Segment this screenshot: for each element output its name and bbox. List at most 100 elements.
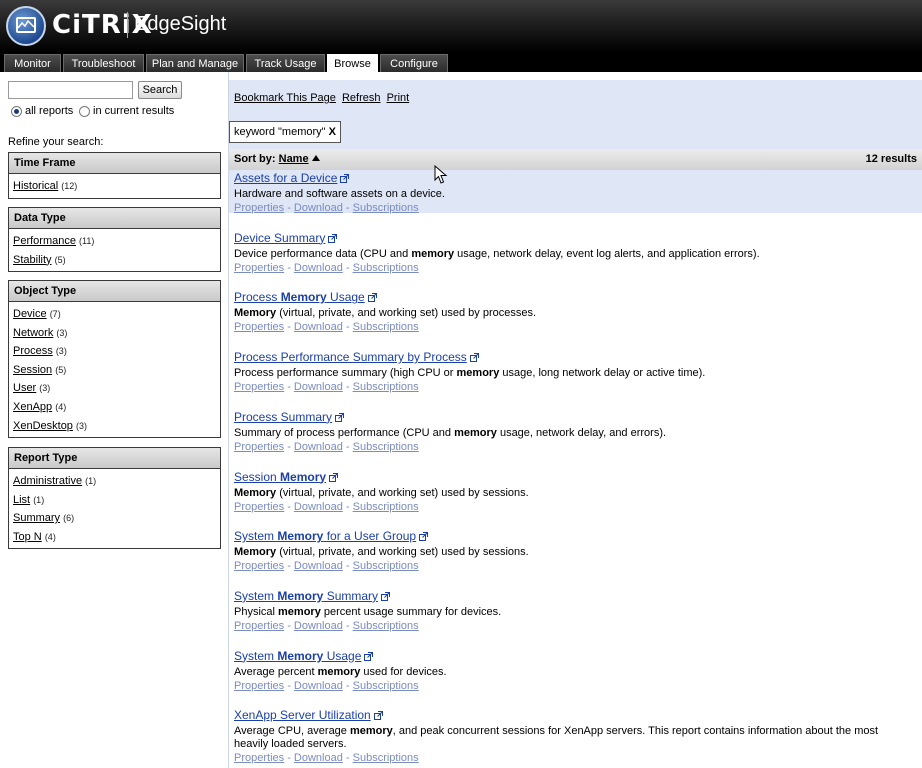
download-link[interactable]: Download <box>294 620 343 632</box>
facet-link[interactable]: Administrative <box>13 475 82 487</box>
facet-object-type: Object Type Device (7) Network (3) Proce… <box>8 280 221 439</box>
tab-monitor[interactable]: Monitor <box>4 54 61 72</box>
print-link[interactable]: Print <box>387 92 410 104</box>
facet-link[interactable]: Performance <box>13 235 76 247</box>
remove-filter-button[interactable]: X <box>329 126 336 138</box>
tab-browse[interactable]: Browse <box>327 54 378 74</box>
result-title-link[interactable]: Device Summary <box>234 231 325 246</box>
open-in-new-window-icon[interactable] <box>469 353 479 363</box>
result-title-link[interactable]: XenApp Server Utilization <box>234 708 371 723</box>
download-link[interactable]: Download <box>294 680 343 692</box>
facet-link[interactable]: XenApp <box>13 401 52 413</box>
facet-link[interactable]: Summary <box>13 512 60 524</box>
scope-all-reports[interactable]: all reports <box>11 104 73 118</box>
search-button[interactable]: Search <box>138 81 182 99</box>
subscriptions-link[interactable]: Subscriptions <box>353 202 419 214</box>
facet-count: (3) <box>76 420 87 431</box>
refresh-link[interactable]: Refresh <box>342 92 381 104</box>
subscriptions-link[interactable]: Subscriptions <box>353 560 419 572</box>
sort-control: Sort by: Name <box>234 149 320 170</box>
link-separator: - <box>284 560 294 573</box>
result-actions: Properties - Download - Subscriptions <box>234 321 914 334</box>
properties-link[interactable]: Properties <box>234 501 284 513</box>
properties-link[interactable]: Properties <box>234 680 284 692</box>
properties-link[interactable]: Properties <box>234 560 284 572</box>
radio-current-results[interactable] <box>79 105 90 117</box>
properties-link[interactable]: Properties <box>234 441 284 453</box>
download-link[interactable]: Download <box>294 560 343 572</box>
facet-link[interactable]: User <box>13 382 36 394</box>
tab-configure[interactable]: Configure <box>380 54 448 72</box>
properties-link[interactable]: Properties <box>234 202 284 214</box>
facet-link[interactable]: Process <box>13 345 53 357</box>
facet-count: (1) <box>85 476 97 486</box>
facet-link[interactable]: List <box>13 494 30 506</box>
open-in-new-window-icon[interactable] <box>419 532 429 542</box>
properties-link[interactable]: Properties <box>234 321 284 333</box>
open-in-new-window-icon[interactable] <box>329 472 339 482</box>
open-in-new-window-icon[interactable] <box>373 711 383 721</box>
result-title-link[interactable]: System Memory Summary <box>234 589 378 604</box>
download-link[interactable]: Download <box>294 501 343 513</box>
result-title-link[interactable]: Process Memory Usage <box>234 290 365 305</box>
facet-link[interactable]: Device <box>13 308 47 320</box>
properties-link[interactable]: Properties <box>234 262 284 274</box>
result-title-link[interactable]: Session Memory <box>234 470 326 485</box>
subscriptions-link[interactable]: Subscriptions <box>353 620 419 632</box>
result-title-link[interactable]: System Memory for a User Group <box>234 529 416 544</box>
download-link[interactable]: Download <box>294 381 343 393</box>
radio-all-reports[interactable] <box>11 105 22 117</box>
subscriptions-link[interactable]: Subscriptions <box>353 321 419 333</box>
subscriptions-link[interactable]: Subscriptions <box>353 501 419 513</box>
link-separator: - <box>284 440 294 453</box>
result-description: Average CPU, average memory, and peak co… <box>234 725 879 751</box>
download-link[interactable]: Download <box>294 752 343 764</box>
download-link[interactable]: Download <box>294 441 343 453</box>
result-title-link[interactable]: Assets for a Device <box>234 171 337 186</box>
facet-link[interactable]: Stability <box>13 254 52 266</box>
download-link[interactable]: Download <box>294 202 343 214</box>
facet-count: (4) <box>55 401 67 412</box>
open-in-new-window-icon[interactable] <box>335 412 345 422</box>
facet-title: Object Type <box>9 281 220 302</box>
subscriptions-link[interactable]: Subscriptions <box>353 262 419 274</box>
search-input[interactable] <box>8 81 133 99</box>
open-in-new-window-icon[interactable] <box>328 233 338 243</box>
result-title-link[interactable]: Process Summary <box>234 410 332 425</box>
properties-link[interactable]: Properties <box>234 381 284 393</box>
sort-ascending-icon[interactable] <box>311 155 320 161</box>
properties-link[interactable]: Properties <box>234 620 284 632</box>
download-link[interactable]: Download <box>294 321 343 333</box>
facet-link[interactable]: Network <box>13 327 53 339</box>
open-in-new-window-icon[interactable] <box>381 591 391 601</box>
result-title-link[interactable]: System Memory Usage <box>234 649 361 664</box>
sort-name-link[interactable]: Name <box>279 153 309 165</box>
result-title-link[interactable]: Process Performance Summary by Process <box>234 350 467 365</box>
open-in-new-window-icon[interactable] <box>364 651 374 661</box>
result-item: Device Summary Device performance data (C… <box>234 231 914 275</box>
facet-link[interactable]: Top N <box>13 531 42 543</box>
link-separator: - <box>284 202 294 214</box>
subscriptions-link[interactable]: Subscriptions <box>353 680 419 692</box>
link-separator: - <box>284 381 294 394</box>
tab-track-usage[interactable]: Track Usage <box>246 54 325 72</box>
scope-current-results[interactable]: in current results <box>79 104 174 118</box>
facet-link[interactable]: Historical <box>13 180 58 192</box>
product-name: EdgeSight <box>134 13 227 35</box>
properties-link[interactable]: Properties <box>234 752 284 764</box>
open-in-new-window-icon[interactable] <box>340 174 350 183</box>
tab-plan-and-manage[interactable]: Plan and Manage <box>146 54 244 72</box>
facet-link[interactable]: Session <box>13 364 52 376</box>
result-description: Summary of process performance (CPU and … <box>234 426 667 439</box>
tab-troubleshoot[interactable]: Troubleshoot <box>63 54 144 72</box>
subscriptions-link[interactable]: Subscriptions <box>353 441 419 453</box>
result-item: Session Memory Memory (virtual, private, … <box>234 470 914 514</box>
refine-label: Refine your search: <box>8 136 104 148</box>
facet-link[interactable]: XenDesktop <box>13 420 73 432</box>
bookmark-link[interactable]: Bookmark This Page <box>234 92 336 104</box>
result-count: 12 results <box>865 153 917 165</box>
subscriptions-link[interactable]: Subscriptions <box>353 752 419 764</box>
subscriptions-link[interactable]: Subscriptions <box>353 381 419 393</box>
open-in-new-window-icon[interactable] <box>367 293 377 303</box>
download-link[interactable]: Download <box>294 262 343 274</box>
